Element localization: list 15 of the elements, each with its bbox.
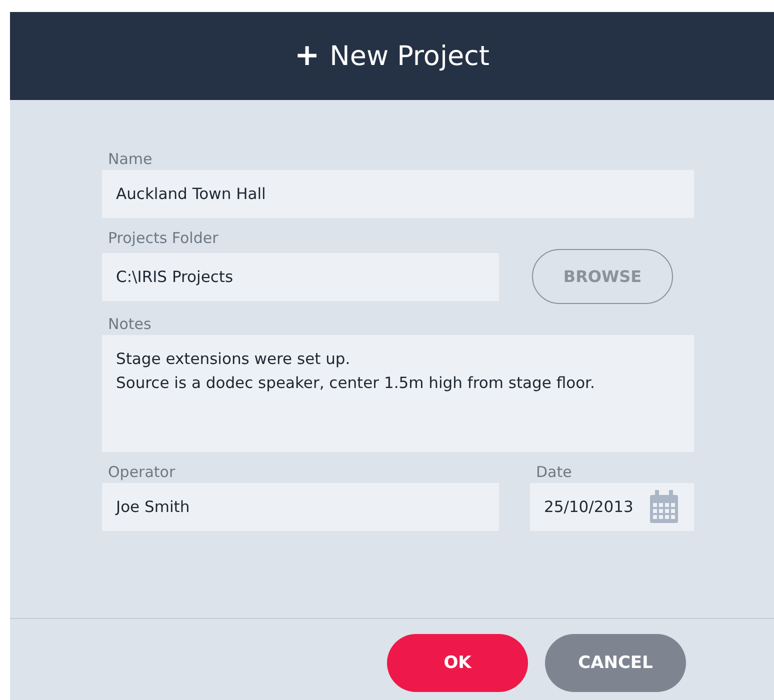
field-label: Operator bbox=[107, 462, 176, 483]
notes-field[interactable]: Stage extensions were set up. Source is a dodec speaker, center 1.5m high from stage floor. bbox=[102, 335, 694, 452]
plus-icon: + bbox=[294, 41, 320, 71]
text-field[interactable]: Auckland Town Hall bbox=[102, 170, 694, 218]
field-label: Date bbox=[535, 462, 572, 483]
calendar-icon[interactable] bbox=[648, 490, 680, 524]
ok-button[interactable]: OK bbox=[387, 634, 528, 692]
field-label: Name bbox=[107, 149, 152, 170]
text-field[interactable]: C:\IRIS Projects bbox=[102, 252, 499, 300]
field-label: Notes bbox=[107, 314, 152, 335]
cancel-button[interactable]: CANCEL bbox=[545, 634, 686, 692]
dialog-title: New Project bbox=[330, 40, 490, 72]
operator-field[interactable]: Joe Smith bbox=[102, 483, 499, 531]
field-label: Projects Folder bbox=[107, 228, 218, 249]
date-field[interactable]: 25/10/2013 bbox=[530, 483, 694, 531]
